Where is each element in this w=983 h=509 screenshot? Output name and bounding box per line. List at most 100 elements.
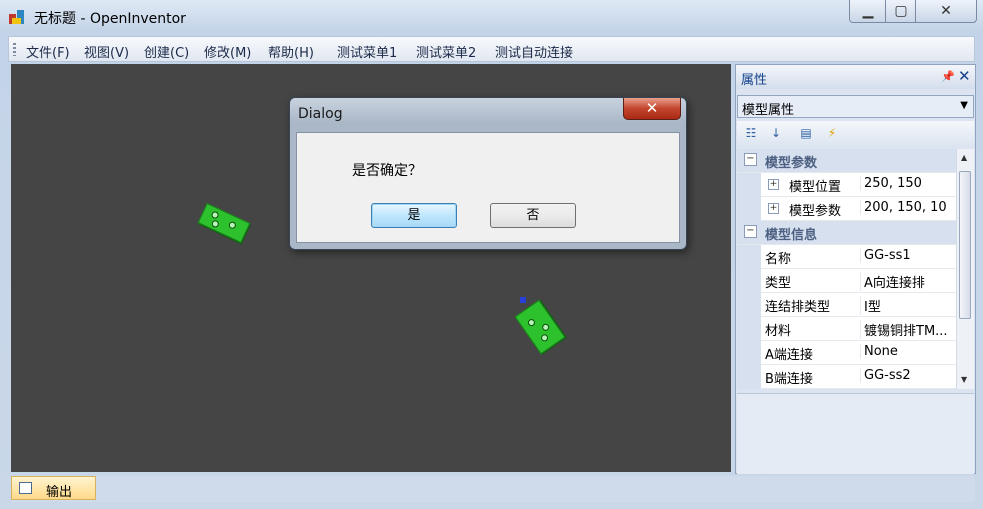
scroll-thumb[interactable]	[959, 171, 971, 319]
main-window: 无标题 - OpenInventor ▁ ▢ ✕ 文件(F) 视图(V) 创建(…	[0, 0, 983, 509]
property-name: 模型参数	[789, 204, 842, 219]
property-row[interactable]: 材料 镀锡铜排TM...	[737, 317, 956, 341]
scroll-down-icon[interactable]: ▼	[961, 375, 967, 384]
property-value[interactable]: I型	[860, 296, 954, 315]
property-value[interactable]: 250, 150	[860, 176, 954, 191]
axis-marker	[520, 297, 526, 303]
yes-button[interactable]: 是	[371, 203, 457, 228]
dialog-body: 是否确定？ 是 否	[296, 132, 680, 243]
busbar-model-2[interactable]	[514, 299, 566, 355]
property-value[interactable]: 200, 150, 10	[860, 200, 954, 215]
category-label: 模型参数	[765, 156, 818, 171]
collapse-icon[interactable]: −	[744, 153, 757, 166]
property-name: 连结排类型	[765, 300, 831, 315]
category-row[interactable]: − 模型信息	[737, 221, 956, 245]
category-row[interactable]: − 模型参数	[737, 149, 956, 173]
expand-icon[interactable]: +	[768, 203, 779, 214]
menu-test2[interactable]: 测试菜单2	[416, 42, 476, 61]
menu-file[interactable]: 文件(F)	[26, 42, 70, 61]
property-row[interactable]: B端连接 GG-ss2	[737, 365, 956, 389]
events-icon[interactable]: ⚡	[823, 124, 841, 142]
menu-test-autoconnect[interactable]: 测试自动连接	[495, 42, 573, 61]
menu-test1[interactable]: 测试菜单1	[337, 42, 397, 61]
property-row[interactable]: 类型 A向连接排	[737, 269, 956, 293]
pin-icon[interactable]: 📌	[941, 70, 955, 83]
bottom-dock: 输出	[11, 476, 975, 502]
row-gutter	[737, 293, 761, 317]
close-button[interactable]: ✕	[915, 0, 977, 23]
maximize-button[interactable]: ▢	[885, 0, 917, 23]
mount-hole	[526, 317, 537, 328]
chevron-down-icon: ▼	[960, 100, 968, 111]
mount-hole	[210, 219, 220, 229]
dialog-title: Dialog	[298, 106, 343, 122]
alphabetical-icon[interactable]: ↓	[767, 124, 785, 142]
categorized-icon[interactable]: ☷	[742, 124, 760, 142]
property-name: 类型	[765, 276, 792, 291]
mount-hole	[540, 322, 551, 333]
property-value[interactable]: GG-ss1	[860, 248, 954, 263]
row-gutter	[737, 245, 761, 269]
properties-panel: 属性 📌 ✕ 模型属性 ▼ ☷ ↓ ▤ ⚡ − 模型参数 + 模型位置 250,…	[735, 64, 976, 474]
property-name: 模型位置	[789, 180, 842, 195]
property-value[interactable]: A向连接排	[860, 272, 954, 291]
mount-hole	[210, 210, 220, 220]
row-gutter	[737, 173, 761, 197]
scroll-up-icon[interactable]: ▲	[961, 153, 967, 162]
row-gutter	[737, 365, 761, 389]
property-row[interactable]: A端连接 None	[737, 341, 956, 365]
property-name: 名称	[765, 252, 792, 267]
properties-toolbar: ☷ ↓ ▤ ⚡	[737, 121, 974, 145]
property-value[interactable]: GG-ss2	[860, 368, 954, 383]
property-value[interactable]: None	[860, 344, 954, 359]
close-icon: ✕	[645, 99, 659, 117]
property-value[interactable]: 镀锡铜排TM...	[860, 320, 954, 339]
minimize-icon: ▁	[862, 3, 874, 19]
object-selector-value: 模型属性	[742, 103, 795, 118]
property-name: B端连接	[765, 372, 813, 387]
row-gutter	[737, 317, 761, 341]
menu-modify[interactable]: 修改(M)	[204, 42, 251, 61]
properties-header: 属性 📌 ✕	[736, 65, 975, 89]
mount-hole	[539, 332, 550, 343]
properties-title: 属性	[741, 73, 768, 88]
no-button[interactable]: 否	[490, 203, 576, 228]
row-gutter	[737, 269, 761, 293]
window-title: 无标题 - OpenInventor	[34, 11, 186, 27]
property-grid: − 模型参数 + 模型位置 250, 150 + 模型参数 200, 150, …	[737, 149, 956, 389]
output-window-icon	[19, 482, 32, 494]
expand-icon[interactable]: +	[768, 179, 779, 190]
output-tab-label: 输出	[46, 485, 73, 500]
menu-create[interactable]: 创建(C)	[144, 42, 189, 61]
menu-view[interactable]: 视图(V)	[84, 42, 129, 61]
dialog-close-button[interactable]: ✕	[623, 98, 681, 120]
output-tab[interactable]: 输出	[11, 476, 96, 500]
title-bar: 无标题 - OpenInventor ▁ ▢ ✕	[0, 0, 983, 33]
property-pages-icon[interactable]: ▤	[797, 124, 815, 142]
dialog-message: 是否确定？	[352, 163, 422, 179]
property-row[interactable]: + 模型位置 250, 150	[737, 173, 956, 197]
menu-help[interactable]: 帮助(H)	[268, 42, 314, 61]
mount-hole	[227, 220, 237, 230]
confirm-dialog: Dialog ✕ 是否确定？ 是 否	[289, 97, 687, 250]
object-selector[interactable]: 模型属性 ▼	[737, 95, 974, 118]
property-scrollbar[interactable]: ▲ ▼	[956, 149, 974, 389]
close-icon: ✕	[940, 3, 952, 19]
busbar-model-1[interactable]	[197, 202, 251, 244]
category-label: 模型信息	[765, 228, 818, 243]
property-row[interactable]: 连结排类型 I型	[737, 293, 956, 317]
row-gutter	[737, 197, 761, 221]
property-row[interactable]: + 模型参数 200, 150, 10	[737, 197, 956, 221]
app-icon	[9, 10, 24, 24]
minimize-button[interactable]: ▁	[849, 0, 887, 23]
property-description-pane	[737, 393, 974, 474]
panel-close-icon[interactable]: ✕	[958, 67, 971, 85]
maximize-icon: ▢	[894, 3, 908, 19]
collapse-icon[interactable]: −	[744, 225, 757, 238]
toolbar-grip[interactable]	[13, 43, 16, 56]
property-name: 材料	[765, 324, 792, 339]
property-name: A端连接	[765, 348, 813, 363]
menu-bar: 文件(F) 视图(V) 创建(C) 修改(M) 帮助(H) 测试菜单1 测试菜单…	[8, 36, 975, 62]
row-gutter	[737, 341, 761, 365]
property-row[interactable]: 名称 GG-ss1	[737, 245, 956, 269]
